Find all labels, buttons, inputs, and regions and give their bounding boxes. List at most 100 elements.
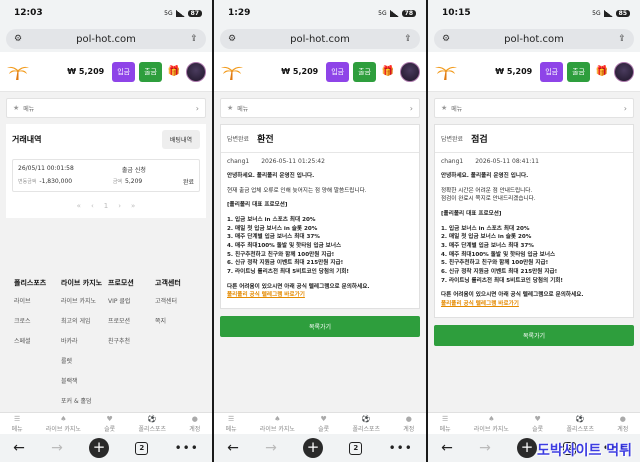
back-to-list-button[interactable]: 목록가기 xyxy=(220,315,420,337)
nav-live-casino[interactable]: ♠ 라이브 카지노 xyxy=(46,415,81,433)
deposit-button[interactable]: 입금 xyxy=(540,61,564,82)
share-icon[interactable]: ⇪ xyxy=(189,34,199,44)
back-icon[interactable]: ← xyxy=(13,440,25,456)
footer-link[interactable]: 쪽지 xyxy=(155,316,198,325)
palm-logo-icon[interactable] xyxy=(220,63,244,81)
tab-count-icon[interactable]: 2 xyxy=(135,441,149,455)
address-bar[interactable]: ⚙ pol-hot.com ⇪ xyxy=(434,29,634,49)
menu-label: 메뉴 xyxy=(237,105,249,113)
nav-sports[interactable]: ⚽ 폴리스포츠 xyxy=(352,415,380,433)
pager-prev[interactable]: ‹ xyxy=(91,202,94,210)
address-bar[interactable]: ⚙ pol-hot.com ⇪ xyxy=(220,29,420,49)
sports-icon: ⚽ xyxy=(575,414,585,423)
nav-menu[interactable]: ☰ 메뉴 xyxy=(12,415,23,433)
site-settings-icon[interactable]: ⚙ xyxy=(227,34,237,44)
nav-account[interactable]: ● 계정 xyxy=(617,415,628,433)
pager-next[interactable]: › xyxy=(118,202,121,210)
avatar[interactable] xyxy=(186,61,206,82)
casino-icon: ♠ xyxy=(488,414,495,423)
telegram-link[interactable]: 폴리폴리 공식 텔레그램 바로가기 xyxy=(441,300,627,309)
withdraw-button[interactable]: 출금 xyxy=(567,61,590,82)
footer-link[interactable]: 크로스 xyxy=(14,316,57,325)
avatar[interactable] xyxy=(400,61,420,82)
back-icon[interactable]: ← xyxy=(227,440,239,456)
pager-page[interactable]: 1 xyxy=(104,202,108,210)
footer-link[interactable]: 블랙잭 xyxy=(61,376,104,385)
share-icon[interactable]: ⇪ xyxy=(403,34,413,44)
deposit-button[interactable]: 입금 xyxy=(112,61,136,82)
back-icon[interactable]: ← xyxy=(441,440,453,456)
new-tab-icon[interactable]: + xyxy=(517,438,538,458)
palm-logo-icon[interactable] xyxy=(434,63,458,81)
footer-link[interactable]: 룰렛 xyxy=(61,356,104,365)
menu-bar[interactable]: ★ 메뉴 › xyxy=(220,98,420,118)
footer-link[interactable]: 프로모션 xyxy=(108,316,151,325)
forward-icon[interactable]: → xyxy=(265,440,277,456)
footer-link[interactable]: 고객센터 xyxy=(155,296,198,305)
footer-heading: 프로모션 xyxy=(108,279,134,287)
gift-icon[interactable]: 🎁 xyxy=(594,64,610,80)
footer-link[interactable]: 스페셜 xyxy=(14,336,57,345)
address-bar[interactable]: ⚙ pol-hot.com ⇪ xyxy=(6,29,206,49)
pager-first[interactable]: « xyxy=(77,202,81,210)
casino-icon: ♠ xyxy=(274,414,281,423)
answer-status-badge: 답변완료 xyxy=(227,136,250,143)
status-bar: 1:29 5G 78 xyxy=(214,0,426,26)
betting-history-button[interactable]: 배팅내역 xyxy=(161,130,200,149)
nav-live-casino[interactable]: ♠ 라이브 카지노 xyxy=(260,415,295,433)
nav-account[interactable]: ● 계정 xyxy=(403,415,414,433)
footer-link[interactable]: 라이브 xyxy=(14,296,57,305)
menu-bar[interactable]: ★ 메뉴 › xyxy=(6,98,206,118)
battery-icon: 87 xyxy=(187,9,202,17)
status-bar: 12:03 5G 87 xyxy=(0,0,212,26)
menu-bar[interactable]: ★ 메뉴 › xyxy=(434,98,634,118)
nav-account[interactable]: ● 계정 xyxy=(189,415,200,433)
new-tab-icon[interactable]: + xyxy=(303,438,324,458)
withdraw-button[interactable]: 출금 xyxy=(353,61,376,82)
footer-link[interactable]: 친구추천 xyxy=(108,336,151,345)
site-bottom-nav: ☰ 메뉴 ♠ 라이브 카지노 ♥ 슬롯 ⚽ 폴리스포츠 ● 계정 xyxy=(428,412,640,434)
nav-label: 라이브 카지노 xyxy=(473,425,509,433)
network-label: 5G xyxy=(164,9,173,17)
footer-link[interactable]: 최고의 게임 xyxy=(61,316,104,325)
forward-icon[interactable]: → xyxy=(51,440,63,456)
nav-slot[interactable]: ♥ 슬롯 xyxy=(532,415,543,433)
telegram-link[interactable]: 폴리폴리 공식 텔레그램 바로가기 xyxy=(227,291,413,300)
gift-icon[interactable]: 🎁 xyxy=(380,64,396,80)
signal-icon xyxy=(175,9,185,17)
footer-heading: 라이브 카지노 xyxy=(61,279,103,287)
withdraw-button[interactable]: 출금 xyxy=(139,61,162,82)
nav-slot[interactable]: ♥ 슬롯 xyxy=(318,415,329,433)
star-icon: ★ xyxy=(441,104,448,112)
gift-icon[interactable]: 🎁 xyxy=(166,64,182,80)
status-icons: 5G 87 xyxy=(164,9,202,17)
nav-sports[interactable]: ⚽ 폴리스포츠 xyxy=(138,415,166,433)
avatar[interactable] xyxy=(614,61,634,82)
tab-count-icon[interactable]: 2 xyxy=(349,441,363,455)
screenshot-collage: 12:03 5G 87 ⚙ pol-hot.com ⇪ ₩ 5,209 입금 출… xyxy=(0,0,640,462)
forward-icon[interactable]: → xyxy=(479,440,491,456)
palm-logo-icon[interactable] xyxy=(6,63,30,81)
more-icon[interactable]: ••• xyxy=(175,441,199,455)
footer-link[interactable]: VIP 클럽 xyxy=(108,296,151,305)
deposit-button[interactable]: 입금 xyxy=(326,61,350,82)
battery-icon: 78 xyxy=(401,9,416,17)
nav-live-casino[interactable]: ♠ 라이브 카지노 xyxy=(474,415,509,433)
site-settings-icon[interactable]: ⚙ xyxy=(441,34,451,44)
site-settings-icon[interactable]: ⚙ xyxy=(13,34,23,44)
nav-menu[interactable]: ☰ 메뉴 xyxy=(440,415,451,433)
footer-link[interactable]: 바카라 xyxy=(61,336,104,345)
new-tab-icon[interactable]: + xyxy=(89,438,110,458)
back-to-list-button[interactable]: 목록가기 xyxy=(434,324,634,346)
balance-display: ₩ 5,209 xyxy=(281,67,319,76)
more-icon[interactable]: ••• xyxy=(389,441,413,455)
footer-link[interactable]: 라이브 카지노 xyxy=(61,296,104,305)
notice-message-2: 점검이 완료시 쪽지로 안내드리겠습니다. xyxy=(441,196,536,203)
footer-column-promo: 프로모션 VIP 클럽 프로모션 친구추천 xyxy=(108,278,151,416)
nav-sports[interactable]: ⚽ 폴리스포츠 xyxy=(566,415,594,433)
share-icon[interactable]: ⇪ xyxy=(617,34,627,44)
footer-link[interactable]: 포커 & 홀덤 xyxy=(61,396,104,405)
nav-menu[interactable]: ☰ 메뉴 xyxy=(226,415,237,433)
nav-slot[interactable]: ♥ 슬롯 xyxy=(104,415,115,433)
pager-last[interactable]: » xyxy=(131,202,135,210)
